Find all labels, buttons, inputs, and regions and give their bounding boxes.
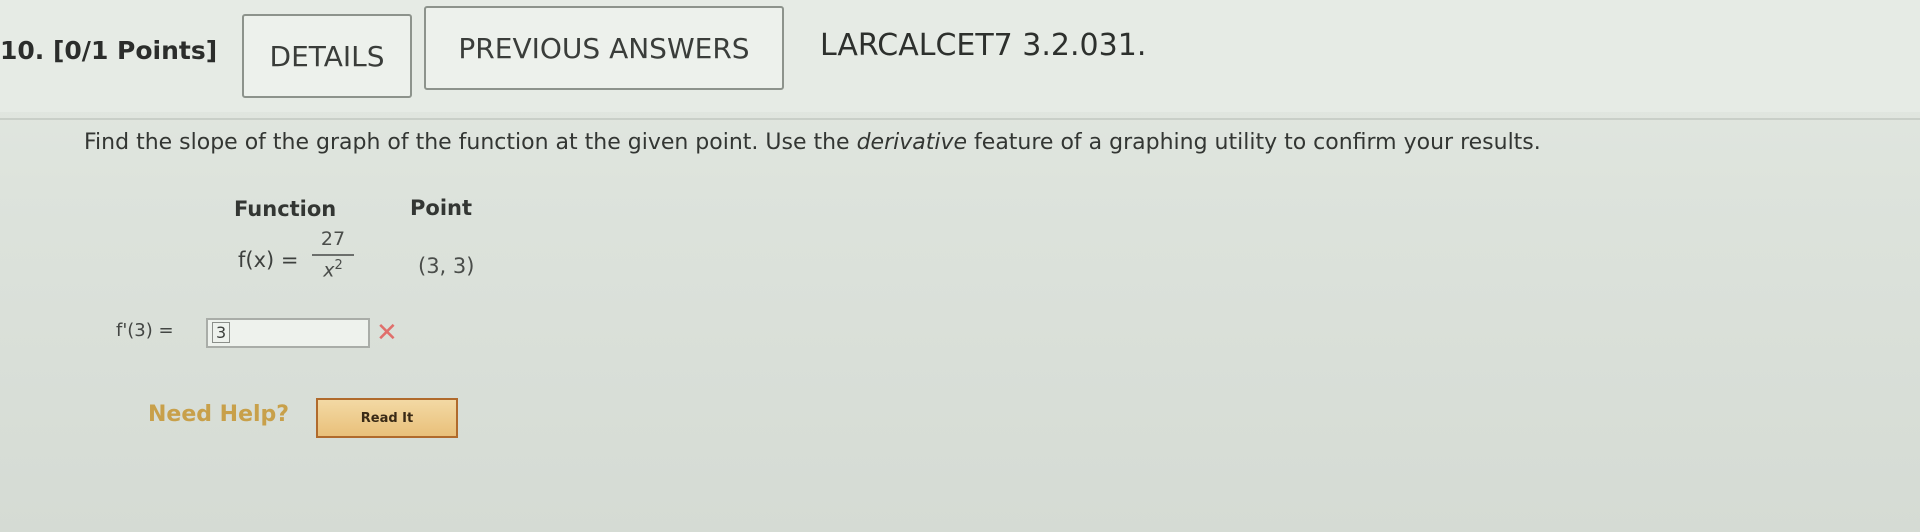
- prompt-emphasis: derivative: [856, 130, 968, 155]
- read-it-button[interactable]: Read It: [316, 398, 458, 438]
- function-label: f(x) =: [238, 248, 299, 272]
- details-button[interactable]: DETAILS: [242, 14, 412, 98]
- prompt-text-end: feature of a graphing utility to confirm…: [967, 130, 1541, 155]
- answer-label: f'(3) =: [116, 320, 174, 341]
- question-number: 10. [0/1 Points]: [0, 36, 218, 65]
- denominator-variable: x: [323, 259, 335, 282]
- answer-value: 3: [212, 322, 231, 343]
- header-divider: [0, 118, 1920, 120]
- denominator-exponent: 2: [334, 258, 343, 273]
- previous-answers-button[interactable]: PREVIOUS ANSWERS: [424, 6, 784, 90]
- problem-code: LARCALCET7 3.2.031.: [820, 28, 1147, 63]
- fraction-bar: [312, 254, 354, 256]
- function-column-header: Function: [234, 197, 337, 221]
- wrong-x-icon: ✕: [376, 318, 398, 348]
- prompt-text-start: Find the slope of the graph of the funct…: [84, 130, 857, 155]
- question-prompt: Find the slope of the graph of the funct…: [84, 130, 1541, 155]
- point-column-header: Point: [410, 196, 473, 220]
- need-help-label: Need Help?: [148, 402, 290, 427]
- fraction-numerator: 27: [320, 228, 346, 250]
- function-fraction: 27 x2: [310, 228, 356, 281]
- answer-input[interactable]: 3: [206, 318, 370, 348]
- point-value: (3, 3): [418, 254, 475, 278]
- fraction-denominator: x2: [310, 258, 356, 281]
